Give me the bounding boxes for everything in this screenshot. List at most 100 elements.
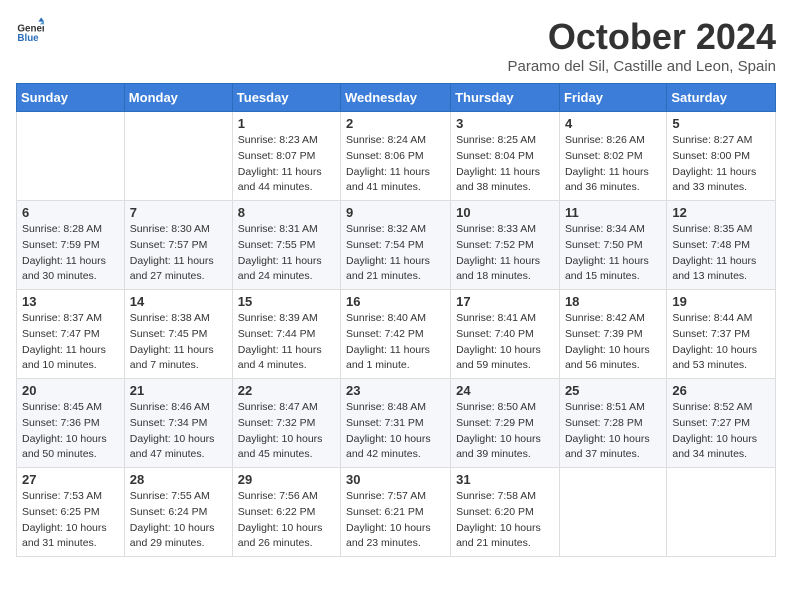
calendar-cell [559, 468, 666, 557]
day-info: Sunrise: 8:52 AMSunset: 7:27 PMDaylight:… [672, 400, 770, 463]
calendar-cell: 27 Sunrise: 7:53 AMSunset: 6:25 PMDayligh… [17, 468, 125, 557]
calendar-cell: 21 Sunrise: 8:46 AMSunset: 7:34 PMDayligh… [124, 379, 232, 468]
day-info: Sunrise: 7:55 AMSunset: 6:24 PMDaylight:… [130, 489, 227, 552]
calendar-cell: 20 Sunrise: 8:45 AMSunset: 7:36 PMDayligh… [17, 379, 125, 468]
day-info: Sunrise: 8:33 AMSunset: 7:52 PMDaylight:… [456, 222, 554, 285]
day-number: 9 [346, 205, 445, 220]
calendar-cell: 31 Sunrise: 7:58 AMSunset: 6:20 PMDayligh… [451, 468, 560, 557]
day-info: Sunrise: 8:27 AMSunset: 8:00 PMDaylight:… [672, 133, 770, 196]
day-number: 3 [456, 116, 554, 131]
day-number: 23 [346, 383, 445, 398]
calendar-cell: 22Sunrise: 8:47 AMSunset: 7:32 PMDayligh… [232, 379, 340, 468]
title-area: October 2024 Paramo del Sil, Castille an… [508, 16, 777, 75]
day-info: Sunrise: 8:35 AMSunset: 7:48 PMDaylight:… [672, 222, 770, 285]
day-number: 15 [238, 294, 335, 309]
svg-text:Blue: Blue [17, 33, 39, 44]
day-number: 14 [130, 294, 227, 309]
day-info: Sunrise: 7:57 AMSunset: 6:21 PMDaylight:… [346, 489, 445, 552]
day-number: 19 [672, 294, 770, 309]
day-number: 25 [565, 383, 661, 398]
day-number: 18 [565, 294, 661, 309]
calendar-cell: 16 Sunrise: 8:40 AMSunset: 7:42 PMDayligh… [341, 290, 451, 379]
day-info: Sunrise: 8:37 AMSunset: 7:47 PMDaylight:… [22, 311, 119, 374]
calendar-cell: 15 Sunrise: 8:39 AMSunset: 7:44 PMDayligh… [232, 290, 340, 379]
day-info: Sunrise: 7:56 AMSunset: 6:22 PMDaylight:… [238, 489, 335, 552]
day-number: 24 [456, 383, 554, 398]
day-info: Sunrise: 8:38 AMSunset: 7:45 PMDaylight:… [130, 311, 227, 374]
day-number: 17 [456, 294, 554, 309]
day-number: 16 [346, 294, 445, 309]
day-info: Sunrise: 7:53 AMSunset: 6:25 PMDaylight:… [22, 489, 119, 552]
day-info: Sunrise: 8:26 AMSunset: 8:02 PMDaylight:… [565, 133, 661, 196]
calendar-cell: 10 Sunrise: 8:33 AMSunset: 7:52 PMDayligh… [451, 201, 560, 290]
calendar-cell [667, 468, 776, 557]
day-info: Sunrise: 8:47 AMSunset: 7:32 PMDaylight:… [238, 400, 335, 463]
day-number: 26 [672, 383, 770, 398]
calendar-cell: 30 Sunrise: 7:57 AMSunset: 6:21 PMDayligh… [341, 468, 451, 557]
day-number: 27 [22, 472, 119, 487]
day-info: Sunrise: 8:50 AMSunset: 7:29 PMDaylight:… [456, 400, 554, 463]
calendar-cell: 19Sunrise: 8:44 AMSunset: 7:37 PMDayligh… [667, 290, 776, 379]
day-info: Sunrise: 8:25 AMSunset: 8:04 PMDaylight:… [456, 133, 554, 196]
weekday-header-wednesday: Wednesday [341, 84, 451, 112]
week-row-2: 6 Sunrise: 8:28 AMSunset: 7:59 PMDaylight… [17, 201, 776, 290]
calendar-cell: 28 Sunrise: 7:55 AMSunset: 6:24 PMDayligh… [124, 468, 232, 557]
calendar-cell: 2 Sunrise: 8:24 AMSunset: 8:06 PMDaylight… [341, 112, 451, 201]
month-title: October 2024 [508, 16, 777, 58]
logo: General Blue [16, 16, 44, 44]
calendar-cell: 9 Sunrise: 8:32 AMSunset: 7:54 PMDaylight… [341, 201, 451, 290]
day-number: 20 [22, 383, 119, 398]
week-row-1: 1 Sunrise: 8:23 AMSunset: 8:07 PMDaylight… [17, 112, 776, 201]
day-info: Sunrise: 8:41 AMSunset: 7:40 PMDaylight:… [456, 311, 554, 374]
day-number: 4 [565, 116, 661, 131]
calendar-cell: 1 Sunrise: 8:23 AMSunset: 8:07 PMDaylight… [232, 112, 340, 201]
day-number: 6 [22, 205, 119, 220]
calendar-cell [17, 112, 125, 201]
day-number: 13 [22, 294, 119, 309]
day-info: Sunrise: 7:58 AMSunset: 6:20 PMDaylight:… [456, 489, 554, 552]
week-row-4: 20 Sunrise: 8:45 AMSunset: 7:36 PMDayligh… [17, 379, 776, 468]
weekday-header-row: SundayMondayTuesdayWednesdayThursdayFrid… [17, 84, 776, 112]
calendar-cell: 4 Sunrise: 8:26 AMSunset: 8:02 PMDaylight… [559, 112, 666, 201]
calendar-cell: 26 Sunrise: 8:52 AMSunset: 7:27 PMDayligh… [667, 379, 776, 468]
day-info: Sunrise: 8:31 AMSunset: 7:55 PMDaylight:… [238, 222, 335, 285]
week-row-5: 27 Sunrise: 7:53 AMSunset: 6:25 PMDayligh… [17, 468, 776, 557]
day-info: Sunrise: 8:45 AMSunset: 7:36 PMDaylight:… [22, 400, 119, 463]
calendar-cell: 25 Sunrise: 8:51 AMSunset: 7:28 PMDayligh… [559, 379, 666, 468]
day-number: 31 [456, 472, 554, 487]
day-number: 30 [346, 472, 445, 487]
week-row-3: 13 Sunrise: 8:37 AMSunset: 7:47 PMDayligh… [17, 290, 776, 379]
day-number: 28 [130, 472, 227, 487]
day-number: 10 [456, 205, 554, 220]
day-number: 1 [238, 116, 335, 131]
day-info: Sunrise: 8:28 AMSunset: 7:59 PMDaylight:… [22, 222, 119, 285]
calendar-cell: 23Sunrise: 8:48 AMSunset: 7:31 PMDayligh… [341, 379, 451, 468]
day-number: 21 [130, 383, 227, 398]
weekday-header-sunday: Sunday [17, 84, 125, 112]
weekday-header-monday: Monday [124, 84, 232, 112]
day-info: Sunrise: 8:51 AMSunset: 7:28 PMDaylight:… [565, 400, 661, 463]
day-info: Sunrise: 8:30 AMSunset: 7:57 PMDaylight:… [130, 222, 227, 285]
day-info: Sunrise: 8:39 AMSunset: 7:44 PMDaylight:… [238, 311, 335, 374]
day-info: Sunrise: 8:46 AMSunset: 7:34 PMDaylight:… [130, 400, 227, 463]
logo-icon: General Blue [16, 16, 44, 44]
calendar-cell: 29Sunrise: 7:56 AMSunset: 6:22 PMDayligh… [232, 468, 340, 557]
day-number: 11 [565, 205, 661, 220]
day-info: Sunrise: 8:34 AMSunset: 7:50 PMDaylight:… [565, 222, 661, 285]
weekday-header-saturday: Saturday [667, 84, 776, 112]
calendar-cell: 5Sunrise: 8:27 AMSunset: 8:00 PMDaylight… [667, 112, 776, 201]
day-info: Sunrise: 8:40 AMSunset: 7:42 PMDaylight:… [346, 311, 445, 374]
weekday-header-thursday: Thursday [451, 84, 560, 112]
day-info: Sunrise: 8:23 AMSunset: 8:07 PMDaylight:… [238, 133, 335, 196]
calendar-cell: 6 Sunrise: 8:28 AMSunset: 7:59 PMDaylight… [17, 201, 125, 290]
day-info: Sunrise: 8:32 AMSunset: 7:54 PMDaylight:… [346, 222, 445, 285]
location-title: Paramo del Sil, Castille and Leon, Spain [508, 58, 777, 75]
calendar-cell: 12Sunrise: 8:35 AMSunset: 7:48 PMDayligh… [667, 201, 776, 290]
calendar-cell: 18Sunrise: 8:42 AMSunset: 7:39 PMDayligh… [559, 290, 666, 379]
day-info: Sunrise: 8:24 AMSunset: 8:06 PMDaylight:… [346, 133, 445, 196]
weekday-header-tuesday: Tuesday [232, 84, 340, 112]
day-number: 2 [346, 116, 445, 131]
calendar-cell: 8Sunrise: 8:31 AMSunset: 7:55 PMDaylight… [232, 201, 340, 290]
weekday-header-friday: Friday [559, 84, 666, 112]
calendar-cell: 17 Sunrise: 8:41 AMSunset: 7:40 PMDayligh… [451, 290, 560, 379]
